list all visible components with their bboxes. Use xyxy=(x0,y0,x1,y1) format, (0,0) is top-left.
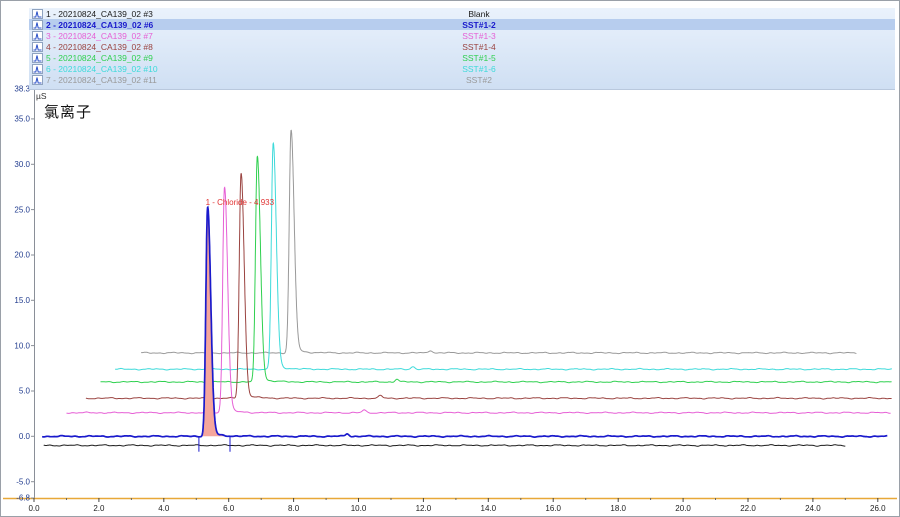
chart-title: 氯离子 xyxy=(44,101,92,122)
sample-name: SST#1-4 xyxy=(429,42,529,52)
y-axis-unit-label: µS xyxy=(36,91,47,101)
trace-sst-2[interactable] xyxy=(141,130,856,353)
sample-name: SST#1-5 xyxy=(429,53,529,63)
trace-sst-1-2[interactable] xyxy=(42,207,887,437)
injection-label: 2 - 20210824_CA139_02 #6 xyxy=(46,20,153,30)
x-tick-label: 2.0 xyxy=(93,504,105,513)
chromatogram-icon xyxy=(32,9,43,19)
y-tick-label: -6.8 xyxy=(16,494,30,503)
x-tick-label: 20.0 xyxy=(675,504,691,513)
injection-label: 4 - 20210824_CA139_02 #8 xyxy=(46,42,153,52)
chromatogram-icon xyxy=(32,31,43,41)
injection-label: 1 - 20210824_CA139_02 #3 xyxy=(46,9,153,19)
x-tick-label: 10.0 xyxy=(351,504,367,513)
legend-row-4[interactable]: 4 - 20210824_CA139_02 #8 SST#1-4 xyxy=(29,41,895,52)
y-tick-label: -5.0 xyxy=(16,477,30,486)
chromatogram-window: 38.335.030.025.020.015.010.05.00.0-5.0-6… xyxy=(0,0,900,517)
x-tick-label: 22.0 xyxy=(740,504,756,513)
legend-row-1[interactable]: 1 - 20210824_CA139_02 #3 Blank xyxy=(29,8,895,19)
chromatogram-icon xyxy=(32,64,43,74)
x-tick-label: 12.0 xyxy=(416,504,432,513)
y-tick-label: 0.0 xyxy=(19,432,31,441)
x-tick-label: 6.0 xyxy=(223,504,235,513)
x-tick-label: 14.0 xyxy=(481,504,497,513)
legend-row-5[interactable]: 5 - 20210824_CA139_02 #9 SST#1-5 xyxy=(29,52,895,63)
sample-name: SST#2 xyxy=(429,75,529,85)
x-tick-label: 26.0 xyxy=(870,504,886,513)
legend-row-3[interactable]: 3 - 20210824_CA139_02 #7 SST#1-3 xyxy=(29,30,895,41)
y-tick-label: 25.0 xyxy=(14,205,30,214)
chromatogram-icon xyxy=(32,20,43,30)
x-tick-label: 16.0 xyxy=(545,504,561,513)
x-tick-label: 4.0 xyxy=(158,504,170,513)
y-tick-label: 10.0 xyxy=(14,341,30,350)
y-tick-label: 15.0 xyxy=(14,296,30,305)
legend-row-7[interactable]: 7 - 20210824_CA139_02 #11 SST#2 xyxy=(29,74,895,85)
injection-label: 7 - 20210824_CA139_02 #11 xyxy=(46,75,157,85)
sample-name: SST#1-3 xyxy=(429,31,529,41)
sample-name: Blank xyxy=(429,9,529,19)
y-tick-label: 30.0 xyxy=(14,160,30,169)
chromatogram-icon xyxy=(32,42,43,52)
x-tick-label: 18.0 xyxy=(610,504,626,513)
x-tick-label: 24.0 xyxy=(805,504,821,513)
trace-blank[interactable] xyxy=(44,445,846,447)
sample-name: SST#1-6 xyxy=(429,64,529,74)
legend-row-6[interactable]: 6 - 20210824_CA139_02 #10 SST#1-6 xyxy=(29,63,895,74)
x-tick-label: 0.0 xyxy=(28,504,40,513)
y-tick-label: 5.0 xyxy=(19,387,31,396)
injection-label: 3 - 20210824_CA139_02 #7 xyxy=(46,31,153,41)
y-tick-label: 20.0 xyxy=(14,251,30,260)
injection-legend: 1 - 20210824_CA139_02 #3Blank2 - 2021082… xyxy=(29,8,895,90)
trace-sst-1-5[interactable] xyxy=(101,156,892,382)
chromatogram-icon xyxy=(32,53,43,63)
y-tick-label: 35.0 xyxy=(14,115,30,124)
x-tick-label: 8.0 xyxy=(288,504,300,513)
injection-label: 5 - 20210824_CA139_02 #9 xyxy=(46,53,153,63)
peak-label: 1 - Chloride - 4.933 xyxy=(206,198,275,207)
chromatogram-icon xyxy=(32,75,43,85)
injection-label: 6 - 20210824_CA139_02 #10 xyxy=(46,64,158,74)
trace-sst-1-6[interactable] xyxy=(115,143,892,370)
legend-row-2[interactable]: 2 - 20210824_CA139_02 #6 SST#1-2 xyxy=(29,19,895,30)
sample-name: SST#1-2 xyxy=(429,20,529,30)
trace-sst-1-3[interactable] xyxy=(67,187,891,413)
